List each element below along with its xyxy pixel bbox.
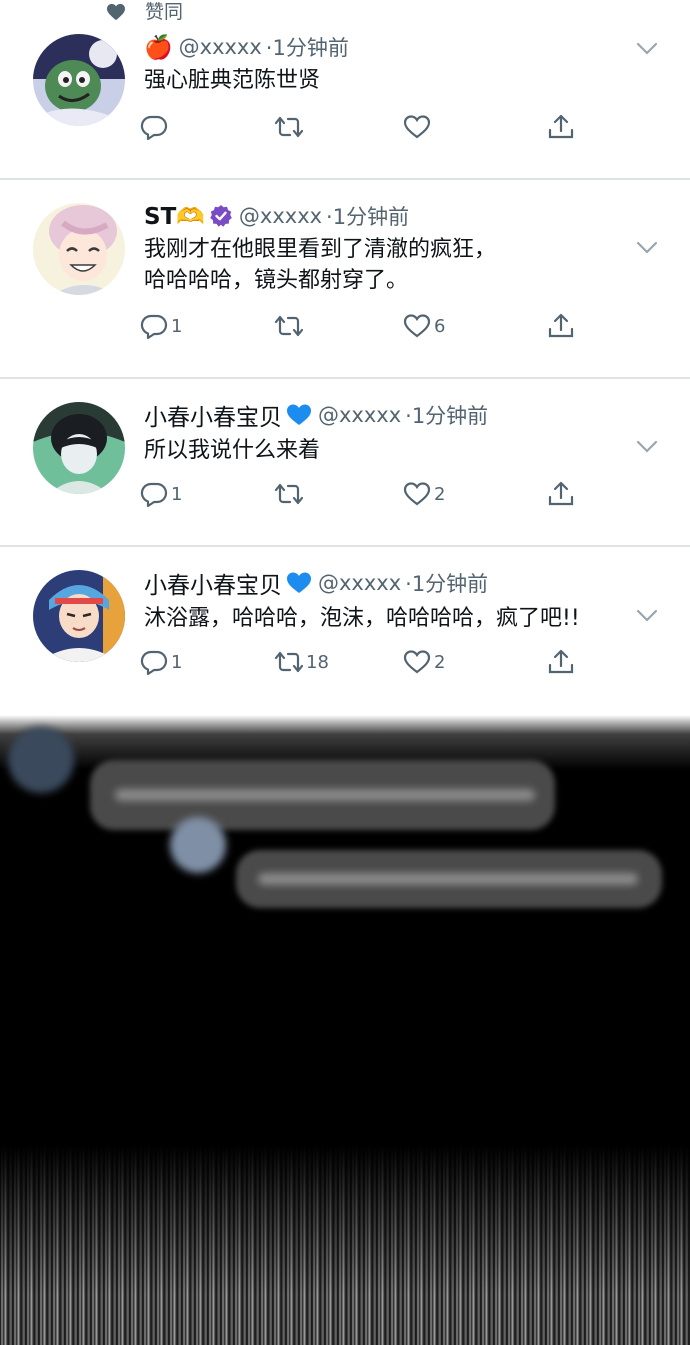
avatar [8, 727, 74, 793]
tweet-2[interactable]: ST🫶 @xxxxx ·1分钟前 我刚才在他眼里看到了清澈的疯狂， 哈哈哈哈，镜… [0, 180, 690, 379]
avatar[interactable] [33, 570, 125, 662]
reply-count: 1 [171, 651, 183, 673]
tweet-feed: 赞同 🍎 @xxxxx ·1分钟前 强心脏典范陈世贤 ST🫶 @xxxxx ·1… [0, 0, 690, 715]
reply-icon [140, 115, 168, 141]
tweet-text: 所以我说什么来着 [144, 438, 321, 463]
avatar-image [33, 570, 125, 662]
blue-heart-icon [286, 403, 312, 427]
avatar-image [33, 402, 125, 494]
retweet-icon [275, 116, 303, 138]
chevron-down-icon[interactable] [636, 42, 658, 56]
tweet-meta: ST🫶 @xxxxx ·1分钟前 [144, 200, 409, 232]
avatar[interactable] [33, 203, 125, 295]
display-name[interactable]: ST🫶 [144, 203, 205, 230]
share-icon [548, 481, 574, 506]
reply-count: 1 [171, 483, 183, 505]
blurred-chat-area [0, 715, 690, 1345]
timestamp[interactable]: ·1分钟前 [266, 32, 349, 62]
tweet-meta: 小春小春宝贝 @xxxxx ·1分钟前 [144, 399, 488, 431]
reply-button[interactable] [140, 112, 168, 142]
retweet-icon [275, 315, 303, 337]
blue-heart-icon [286, 571, 312, 595]
display-name[interactable]: 🍎 [144, 34, 173, 61]
like-count: 2 [434, 651, 446, 673]
reply-button[interactable]: 1 [140, 479, 182, 509]
share-icon [548, 114, 574, 139]
display-name[interactable]: 小春小春宝贝 [144, 566, 282, 600]
reply-icon [140, 314, 168, 340]
like-button[interactable]: 6 [403, 311, 445, 341]
tweet-text-line: 我刚才在他眼里看到了清澈的疯狂， [144, 237, 497, 262]
heart-icon [403, 650, 431, 674]
reply-icon [140, 650, 168, 676]
avatar [170, 817, 226, 873]
avatar[interactable] [33, 402, 125, 494]
retweet-icon [275, 651, 303, 673]
timestamp[interactable]: ·1分钟前 [405, 400, 488, 430]
retweet-button[interactable] [275, 112, 303, 142]
verified-check-icon [209, 204, 233, 228]
tweet-3[interactable]: 小春小春宝贝 @xxxxx ·1分钟前 所以我说什么来着 1 2 [0, 379, 690, 547]
retweet-icon [275, 483, 303, 505]
chevron-down-icon[interactable] [636, 609, 658, 623]
tweet-meta: 小春小春宝贝 @xxxxx ·1分钟前 [144, 567, 488, 599]
share-button[interactable] [547, 112, 575, 142]
chat-bubble-text [258, 873, 638, 885]
heart-icon [403, 115, 431, 139]
share-button[interactable] [547, 479, 575, 509]
like-count: 6 [434, 315, 446, 337]
like-count: 2 [434, 483, 446, 505]
speed-lines [0, 1145, 690, 1345]
timestamp[interactable]: ·1分钟前 [405, 568, 488, 598]
user-handle[interactable]: @xxxxx [318, 571, 401, 595]
retweet-button[interactable] [275, 311, 303, 341]
reply-button[interactable]: 1 [140, 647, 182, 677]
user-handle[interactable]: @xxxxx [179, 35, 262, 59]
tweet-text: 强心脏典范陈世贤 [144, 68, 321, 93]
tweet-1[interactable]: 🍎 @xxxxx ·1分钟前 强心脏典范陈世贤 [0, 26, 690, 180]
heart-icon [403, 314, 431, 338]
share-button[interactable] [547, 311, 575, 341]
chat-bubble-text [115, 789, 535, 801]
reply-button[interactable]: 1 [140, 311, 182, 341]
tweet-text: 沐浴露，哈哈哈，泡沫，哈哈哈哈，疯了吧!! [144, 606, 580, 631]
tweet-text: 我刚才在他眼里看到了清澈的疯狂， 哈哈哈哈，镜头都射穿了。 [144, 234, 644, 296]
retweet-button[interactable]: 18 [275, 647, 329, 677]
heart-icon [403, 482, 431, 506]
like-button[interactable]: 2 [403, 647, 445, 677]
user-handle[interactable]: @xxxxx [318, 403, 401, 427]
reply-icon [140, 482, 168, 508]
liked-by-row: 赞同 [0, 0, 690, 26]
like-button[interactable]: 2 [403, 479, 445, 509]
liked-label: 赞同 [145, 1, 184, 23]
heart-filled-icon [107, 3, 125, 21]
tweet-meta: 🍎 @xxxxx ·1分钟前 [144, 31, 349, 63]
reply-count: 1 [171, 315, 183, 337]
user-handle[interactable]: @xxxxx [239, 204, 322, 228]
tweet-text-line: 哈哈哈哈，镜头都射穿了。 [144, 268, 409, 293]
avatar-image [33, 34, 125, 126]
retweet-count: 18 [306, 651, 329, 673]
share-icon [548, 313, 574, 338]
avatar-image [33, 203, 125, 295]
share-icon [548, 649, 574, 674]
avatar[interactable] [33, 34, 125, 126]
retweet-button[interactable] [275, 479, 303, 509]
timestamp[interactable]: ·1分钟前 [326, 201, 409, 231]
tweet-4[interactable]: 小春小春宝贝 @xxxxx ·1分钟前 沐浴露，哈哈哈，泡沫，哈哈哈哈，疯了吧!… [0, 547, 690, 715]
display-name[interactable]: 小春小春宝贝 [144, 398, 282, 432]
like-button[interactable] [403, 112, 431, 142]
share-button[interactable] [547, 647, 575, 677]
